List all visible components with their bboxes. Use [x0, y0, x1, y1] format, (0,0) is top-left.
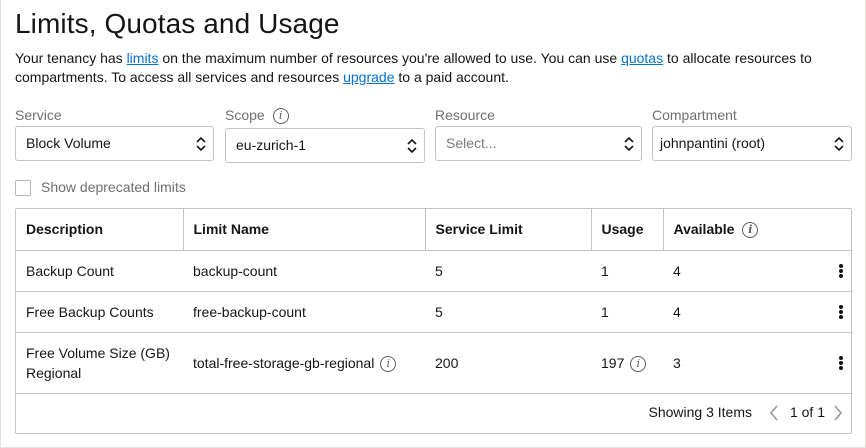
limits-link[interactable]: limits — [127, 50, 159, 66]
cell-service-limit: 5 — [425, 250, 591, 292]
col-description[interactable]: Description — [16, 209, 184, 251]
chevron-up-down-icon — [407, 138, 417, 154]
cell-usage: 1 — [591, 291, 663, 333]
page-title: Limits, Quotas and Usage — [15, 8, 340, 39]
service-label: Service — [15, 107, 62, 123]
scope-select[interactable]: eu-zurich-1 — [225, 128, 425, 163]
col-usage[interactable]: Usage — [591, 209, 664, 251]
cell-available: 4 — [663, 291, 851, 333]
compartment-value: johnpantini (root) — [660, 135, 766, 151]
info-icon[interactable]: i — [630, 355, 647, 372]
table-row: Free Backup Counts free-backup-count 5 1… — [16, 291, 851, 333]
cell-limit-name: free-backup-count — [183, 291, 425, 333]
cell-service-limit: 200 — [425, 332, 591, 394]
showing-items: Showing 3 Items — [648, 404, 753, 420]
upgrade-link[interactable]: upgrade — [343, 69, 394, 85]
cell-available: 4 — [663, 250, 851, 292]
limits-table: Description Limit Name Service Limit Usa… — [15, 208, 852, 434]
cell-limit-name: total-free-storage-gb-regional i — [183, 332, 425, 394]
page-indicator: 1 of 1 — [789, 404, 825, 420]
cell-available: 3 — [663, 332, 851, 394]
cell-description: Free Backup Counts — [16, 291, 183, 333]
cell-available-value: 3 — [673, 354, 681, 371]
cell-available-value: 4 — [673, 303, 681, 320]
compartment-label: Compartment — [652, 107, 737, 123]
col-available-label: Available — [673, 220, 735, 237]
chevron-up-down-icon — [196, 136, 206, 152]
chevron-up-down-icon — [834, 136, 844, 152]
table-row: Free Volume Size (GB) Regional total-fre… — [16, 332, 851, 394]
resource-label: Resource — [435, 107, 495, 123]
info-icon[interactable]: i — [272, 108, 289, 125]
col-service-limit[interactable]: Service Limit — [425, 209, 592, 251]
kebab-menu-icon[interactable] — [839, 304, 843, 319]
cell-limit-name: backup-count — [183, 250, 425, 292]
scope-label: Scope i — [225, 107, 289, 125]
cell-usage-value: 197 — [601, 354, 625, 371]
cell-description: Free Volume Size (GB) Regional — [16, 332, 183, 394]
cell-available-value: 4 — [673, 262, 681, 279]
cell-usage: 197 i — [591, 332, 663, 394]
cell-description: Backup Count — [16, 250, 183, 292]
show-deprecated-checkbox[interactable] — [15, 180, 31, 196]
cell-usage: 1 — [591, 250, 663, 292]
col-available[interactable]: Available i — [663, 209, 851, 251]
intro-part4: to a paid account. — [394, 69, 509, 85]
resource-select[interactable]: Select... — [435, 126, 642, 161]
col-limit-name[interactable]: Limit Name — [183, 209, 426, 251]
scope-label-text: Scope — [225, 107, 265, 123]
quotas-link[interactable]: quotas — [621, 50, 663, 66]
info-icon[interactable]: i — [742, 221, 759, 238]
show-deprecated-label[interactable]: Show deprecated limits — [41, 179, 186, 195]
table-header-row: Description Limit Name Service Limit Usa… — [16, 209, 851, 251]
service-select[interactable]: Block Volume — [15, 126, 214, 161]
kebab-menu-icon[interactable] — [839, 263, 843, 278]
chevron-up-down-icon — [624, 136, 634, 152]
scope-value: eu-zurich-1 — [236, 137, 307, 153]
chevron-left-icon[interactable] — [769, 405, 779, 421]
resource-placeholder: Select... — [446, 135, 497, 151]
intro-part2: on the maximum number of resources you'r… — [158, 50, 622, 66]
info-icon[interactable]: i — [380, 355, 397, 372]
kebab-menu-icon[interactable] — [839, 355, 843, 370]
cell-service-limit: 5 — [425, 291, 591, 333]
chevron-right-icon[interactable] — [833, 405, 843, 421]
service-value: Block Volume — [26, 135, 111, 151]
table-footer: Showing 3 Items 1 of 1 — [16, 393, 851, 433]
intro-text: Your tenancy has limits on the maximum n… — [15, 49, 845, 87]
cell-limit-name-value: total-free-storage-gb-regional — [193, 354, 375, 371]
table-row: Backup Count backup-count 5 1 4 — [16, 250, 851, 292]
intro-part1: Your tenancy has — [15, 50, 127, 66]
compartment-select[interactable]: johnpantini (root) — [652, 126, 852, 161]
